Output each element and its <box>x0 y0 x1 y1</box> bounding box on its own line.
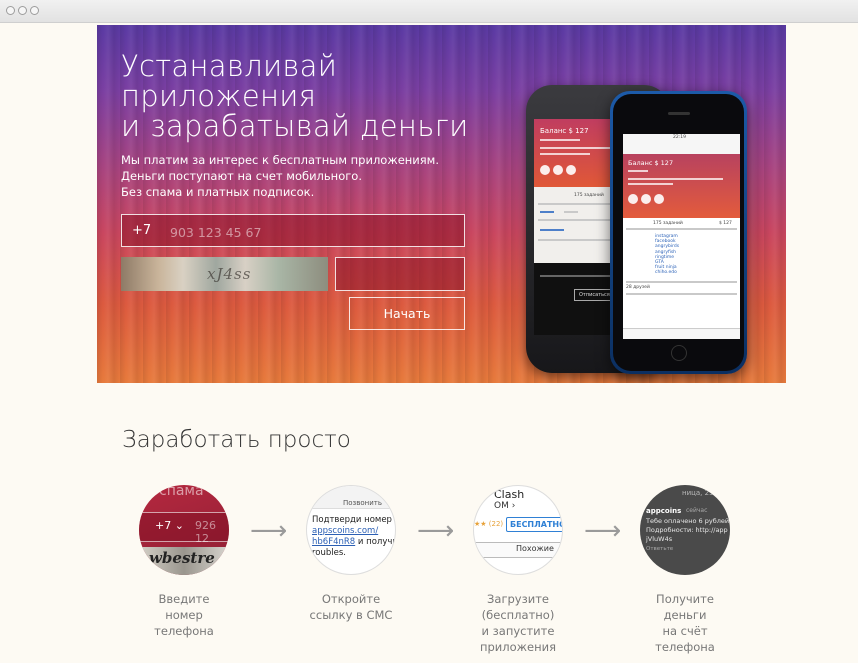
iphone-image: 22:19 Баланс $ 127 175 заданий $ 127 ins… <box>610 91 747 374</box>
close-window-icon[interactable] <box>6 6 15 15</box>
step2-top: Позвонить <box>343 499 383 507</box>
step4-when: сейчас <box>686 507 708 514</box>
iphone-total: $ 127 <box>719 221 732 226</box>
how-it-works-title: Заработать просто <box>122 427 351 453</box>
phone-field[interactable]: +7 <box>121 214 465 247</box>
step-get-money-image: ница, 23 appcoins сейчас Тебе оплачено 6… <box>640 485 730 575</box>
iphone-tasks: 175 заданий <box>653 221 683 226</box>
step1-captcha: wbestre <box>149 549 215 567</box>
step4-line2: Подробности: http://app <box>646 526 728 534</box>
step-label-line: (бесплатно) <box>481 608 555 622</box>
step4-line1: Тебе оплачено 6 рублей <box>646 517 730 525</box>
start-button[interactable]: Начать <box>349 297 465 330</box>
step1-spam-text: спама <box>159 485 204 499</box>
hero-subtitle-line: Деньги поступают на счет мобильного. <box>121 169 362 183</box>
step-label-line: ссылку в СМС <box>309 608 393 622</box>
iphone-app-list: instagram facebook angrybirds angryfish … <box>655 234 679 276</box>
window-titlebar <box>0 0 858 23</box>
arrow-right-icon: ⟶ <box>417 516 455 546</box>
step4-line3: jVluW4s <box>646 535 673 543</box>
iphone-screen-header: Баланс $ 127 <box>623 154 740 218</box>
step-label-line: телефона <box>154 624 214 638</box>
step3-app-name: Clash <box>494 488 525 501</box>
hero-subtitle-line: Без спама и платных подписок. <box>121 185 315 199</box>
minimize-window-icon[interactable] <box>18 6 27 15</box>
iphone-screen: 22:19 Баланс $ 127 175 заданий $ 127 ins… <box>623 134 740 339</box>
step4-reply: Ответьте <box>646 546 674 552</box>
hero-title: Устанавливай приложения и зарабатывай де… <box>121 51 469 141</box>
android-balance: Баланс $ 127 <box>540 127 589 135</box>
step-label-line: деньги <box>663 608 707 622</box>
iphone-friends: 28 друзей <box>626 285 650 290</box>
step-label-install-apps: Загрузите (бесплатно) и запустите прилож… <box>453 591 583 655</box>
android-tasks: 175 заданий <box>574 193 604 198</box>
step-enter-phone-image: спама +7 ⌄ 926 12 wbestre <box>139 485 229 575</box>
step2-line1: Подтверди номер h <box>312 515 396 525</box>
step2-link-code: hb6F4nR8 <box>312 537 356 547</box>
step-label-line: приложения <box>479 640 557 654</box>
hero-title-line: Устанавливай <box>121 49 338 83</box>
step-open-sms-image: Позвонить Подтверди номер h appscoins.co… <box>306 485 396 575</box>
iphone-time: 22:19 <box>673 135 686 140</box>
step-label-open-sms: Откройте ссылку в СМС <box>286 591 416 623</box>
step1-number: 926 12 <box>195 519 216 545</box>
zoom-window-icon[interactable] <box>30 6 39 15</box>
step-label-get-money: Получите деньги на счёт телефона <box>620 591 750 655</box>
step2-rest: и получи <box>355 537 396 547</box>
step3-similar: Похожие <box>516 544 554 553</box>
captcha-input[interactable] <box>335 257 465 291</box>
android-unsubscribe: Отписаться <box>574 289 615 301</box>
step4-top: ница, 23 <box>682 489 714 497</box>
step-label-line: Откройте <box>321 592 381 606</box>
hero-subtitle-line: Мы платим за интерес к бесплатным прилож… <box>121 153 440 167</box>
phone-prefix: +7 <box>132 223 152 238</box>
step3-free-button: БЕСПЛАТНО <box>506 517 562 532</box>
hero-title-line: приложения <box>121 79 317 113</box>
step3-stars: ★★ (22) <box>474 520 504 528</box>
step-label-line: телефона <box>655 640 715 654</box>
step-label-line: номер <box>165 608 203 622</box>
landing-page: Устанавливай приложения и зарабатывай де… <box>0 23 858 663</box>
hero-banner: Устанавливай приложения и зарабатывай де… <box>97 25 786 383</box>
iphone-balance: Баланс $ 127 <box>628 159 674 167</box>
step4-app: appcoins <box>646 507 682 515</box>
app-link: angrybirds <box>655 244 680 250</box>
step2-link: appscoins.com/ <box>312 526 379 536</box>
captcha-text: xJ4ss <box>207 265 252 283</box>
arrow-right-icon: ⟶ <box>250 516 288 546</box>
step-label-line: Получите <box>656 592 714 606</box>
step-label-line: и запустите <box>481 624 555 638</box>
step-label-line: Введите <box>158 592 210 606</box>
step-label-enter-phone: Введите номер телефона <box>119 591 249 639</box>
hero-subtitle: Мы платим за интерес к бесплатным прилож… <box>121 152 439 200</box>
hero-title-line: и зарабатывай деньги <box>121 109 469 143</box>
step-label-line: на счёт <box>662 624 708 638</box>
captcha-image: xJ4ss <box>121 257 328 291</box>
iphone-screen-list: 175 заданий $ 127 instagram facebook ang… <box>623 218 740 328</box>
step-install-app-image: Clash OM › ★★ (22) БЕСПЛАТНО Похожие <box>473 485 563 575</box>
arrow-right-icon: ⟶ <box>584 516 622 546</box>
step3-store: OM › <box>494 501 516 511</box>
app-link: chiho.edo <box>655 270 677 276</box>
phone-input[interactable] <box>168 220 452 244</box>
step2-line4: roubles. <box>312 548 347 558</box>
step-label-line: Загрузите <box>487 592 549 606</box>
step1-prefix: +7 ⌄ <box>155 519 184 532</box>
